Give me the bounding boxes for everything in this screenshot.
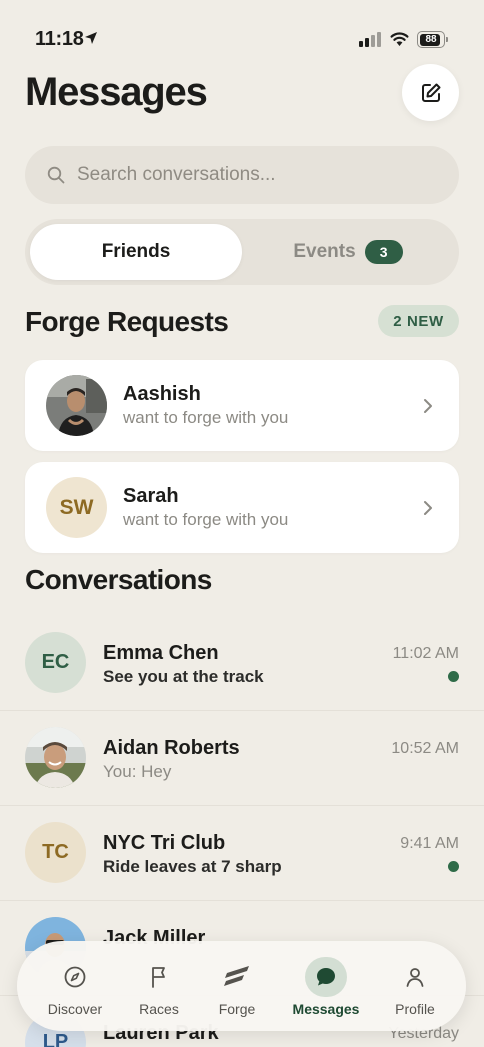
person-icon (401, 963, 429, 991)
compose-icon (421, 83, 440, 102)
conversation-time: 10:52 AM (391, 740, 459, 757)
conversation-name: NYC Tri Club (103, 832, 226, 854)
tab-messages[interactable]: Messages (282, 941, 370, 1031)
tab-events-label: Events (293, 241, 356, 262)
bottom-tab-bar: Discover Races Forge Messages Profile (17, 941, 466, 1031)
tab-races-label: Races (139, 1001, 179, 1017)
request-subtitle: want to forge with you (123, 408, 289, 427)
conversation-preview: Ride leaves at 7 sharp (103, 857, 282, 876)
conversation-row[interactable]: TC NYC Tri Club Ride leaves at 7 sharp 9… (0, 806, 484, 901)
cellular-signal-icon (359, 31, 383, 47)
request-name: Sarah (123, 485, 179, 507)
avatar-photo (46, 375, 107, 436)
avatar (25, 727, 86, 788)
conversation-row[interactable]: Aidan Roberts You: Hey 10:52 AM (0, 711, 484, 806)
tab-discover-label: Discover (47, 1001, 103, 1017)
avatar: SW (46, 477, 107, 538)
new-requests-badge: 2 NEW (378, 305, 459, 337)
conversations-title: Conversations (25, 564, 212, 595)
unread-dot (448, 861, 459, 872)
page-title: Messages (25, 70, 208, 114)
tab-races[interactable]: Races (115, 941, 203, 1031)
messages-screen: 11:18 88 Messages Search conversations..… (0, 0, 484, 1047)
conversation-preview: You: Hey (103, 762, 172, 781)
status-time: 11:18 (35, 28, 84, 50)
tab-forge[interactable]: Forge (193, 941, 281, 1031)
wifi-icon (390, 32, 409, 46)
avatar-photo (25, 727, 86, 788)
avatar (46, 375, 107, 436)
compass-icon (61, 963, 89, 991)
conversation-name: Aidan Roberts (103, 737, 240, 759)
chat-bubble-icon (312, 963, 340, 991)
avatar: TC (25, 822, 86, 883)
conversation-preview: See you at the track (103, 667, 264, 686)
search-bar[interactable] (25, 146, 459, 204)
chevron-right-icon (424, 501, 432, 515)
segmented-control: Friends Events 3 (25, 219, 459, 285)
conversation-time: 11:02 AM (392, 645, 459, 662)
unread-dot (448, 671, 459, 682)
tab-friends-label: Friends (101, 241, 171, 262)
tab-profile-label: Profile (395, 1001, 435, 1017)
tab-forge-label: Forge (218, 1001, 256, 1017)
request-name: Aashish (123, 383, 201, 405)
flag-icon (145, 963, 173, 991)
tab-friends[interactable]: Friends (30, 224, 242, 280)
conversation-name: Emma Chen (103, 642, 219, 664)
forge-request-card[interactable]: SW Sarah want to forge with you (25, 462, 459, 553)
compose-button[interactable] (402, 64, 459, 121)
forge-requests-title: Forge Requests (25, 306, 229, 337)
conversation-row[interactable]: EC Emma Chen See you at the track 11:02 … (0, 616, 484, 711)
search-icon (47, 166, 65, 184)
forge-request-card[interactable]: Aashish want to forge with you (25, 360, 459, 451)
status-bar: 11:18 88 (0, 0, 484, 56)
avatar: EC (25, 632, 86, 693)
battery-icon: 88 (417, 31, 449, 48)
events-count-badge: 3 (364, 240, 403, 264)
tab-messages-label: Messages (292, 1001, 360, 1017)
tab-events[interactable]: Events 3 (242, 224, 454, 280)
chevron-right-icon (424, 399, 432, 413)
battery-level: 88 (425, 33, 437, 45)
forge-logo-icon (223, 963, 251, 991)
conversation-time: 9:41 AM (400, 835, 459, 852)
location-arrow-icon (85, 32, 97, 44)
tab-discover[interactable]: Discover (31, 941, 119, 1031)
request-subtitle: want to forge with you (123, 510, 289, 529)
tab-profile[interactable]: Profile (371, 941, 459, 1031)
search-input[interactable] (77, 146, 447, 204)
